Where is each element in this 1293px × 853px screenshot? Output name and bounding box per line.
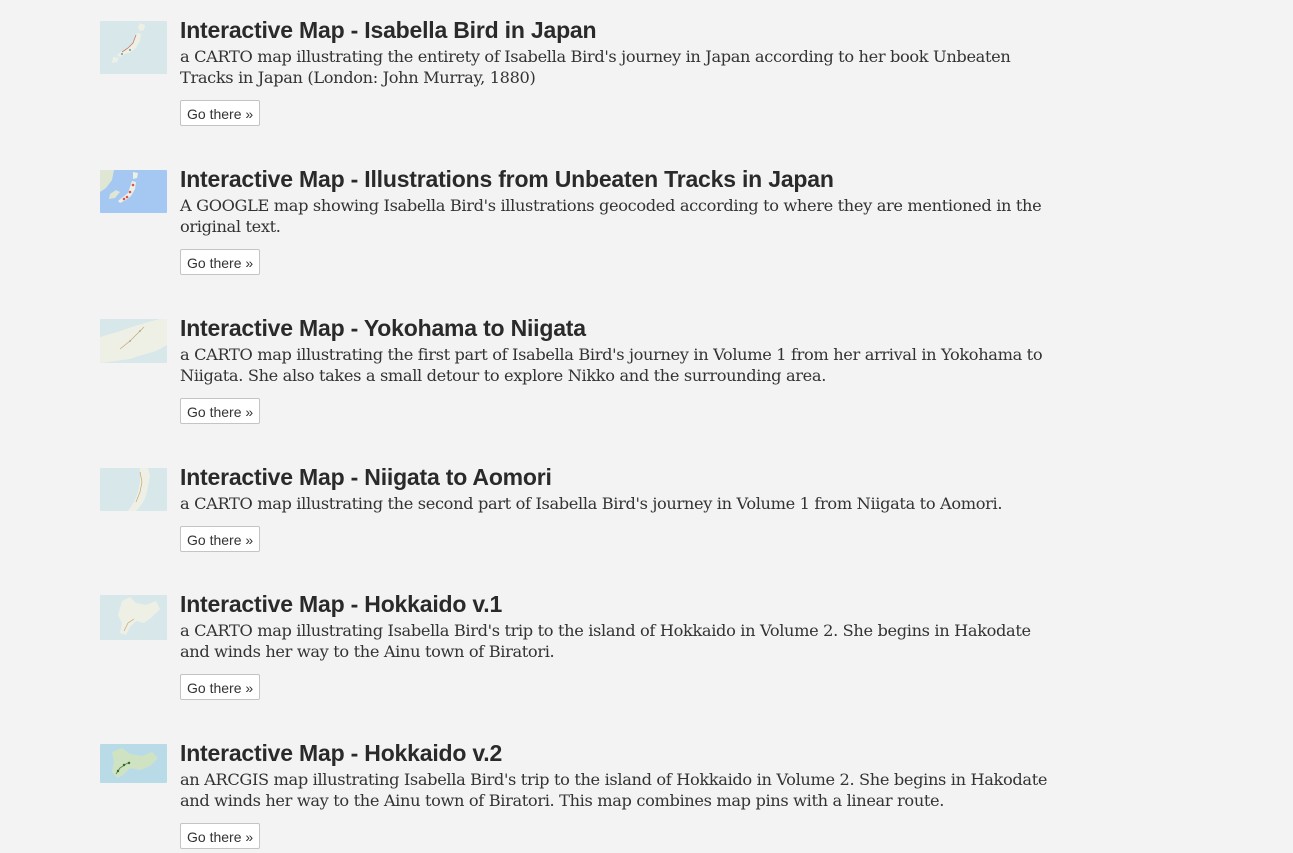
- japan-map-thumbnail[interactable]: [100, 21, 167, 74]
- item-body: Interactive Map - Hokkaido v.2 an ARCGIS…: [180, 740, 1060, 849]
- item-description: a CARTO map illustrating the second part…: [180, 494, 1003, 513]
- item-title: Interactive Map - Illustrations from Unb…: [180, 166, 834, 192]
- item-title: Interactive Map - Yokohama to Niigata: [180, 315, 586, 341]
- item-description: A GOOGLE map showing Isabella Bird's ill…: [180, 196, 1042, 236]
- item-title: Interactive Map - Hokkaido v.2: [180, 740, 503, 766]
- hokkaido-map-thumbnail[interactable]: [100, 595, 167, 640]
- go-there-button[interactable]: Go there »: [180, 823, 261, 849]
- item-description: an ARCGIS map illustrating Isabella Bird…: [180, 770, 1048, 810]
- item-body: Interactive Map - Illustrations from Unb…: [180, 166, 1060, 275]
- niigata-aomori-map-thumbnail[interactable]: [100, 468, 167, 511]
- go-there-button[interactable]: Go there »: [180, 100, 261, 126]
- go-there-button[interactable]: Go there »: [180, 249, 261, 275]
- hokkaido-arcgis-map-thumbnail[interactable]: [100, 744, 167, 783]
- item-body: Interactive Map - Yokohama to Niigata a …: [180, 315, 1060, 424]
- go-there-button[interactable]: Go there »: [180, 398, 261, 424]
- yokohama-niigata-map-thumbnail[interactable]: [100, 319, 167, 363]
- japan-google-map-thumbnail[interactable]: [100, 170, 167, 213]
- item-description: a CARTO map illustrating Isabella Bird's…: [180, 621, 1031, 661]
- item-body: Interactive Map - Hokkaido v.1 a CARTO m…: [180, 591, 1060, 700]
- item-description: a CARTO map illustrating the entirety of…: [180, 47, 1011, 87]
- item-title: Interactive Map - Niigata to Aomori: [180, 464, 552, 490]
- item-description: a CARTO map illustrating the first part …: [180, 345, 1043, 385]
- item-title: Interactive Map - Hokkaido v.1: [180, 591, 503, 617]
- item-body: Interactive Map - Niigata to Aomori a CA…: [180, 464, 1060, 552]
- item-body: Interactive Map - Isabella Bird in Japan…: [180, 17, 1060, 126]
- item-title: Interactive Map - Isabella Bird in Japan: [180, 17, 597, 43]
- go-there-button[interactable]: Go there »: [180, 526, 261, 552]
- go-there-button[interactable]: Go there »: [180, 674, 261, 700]
